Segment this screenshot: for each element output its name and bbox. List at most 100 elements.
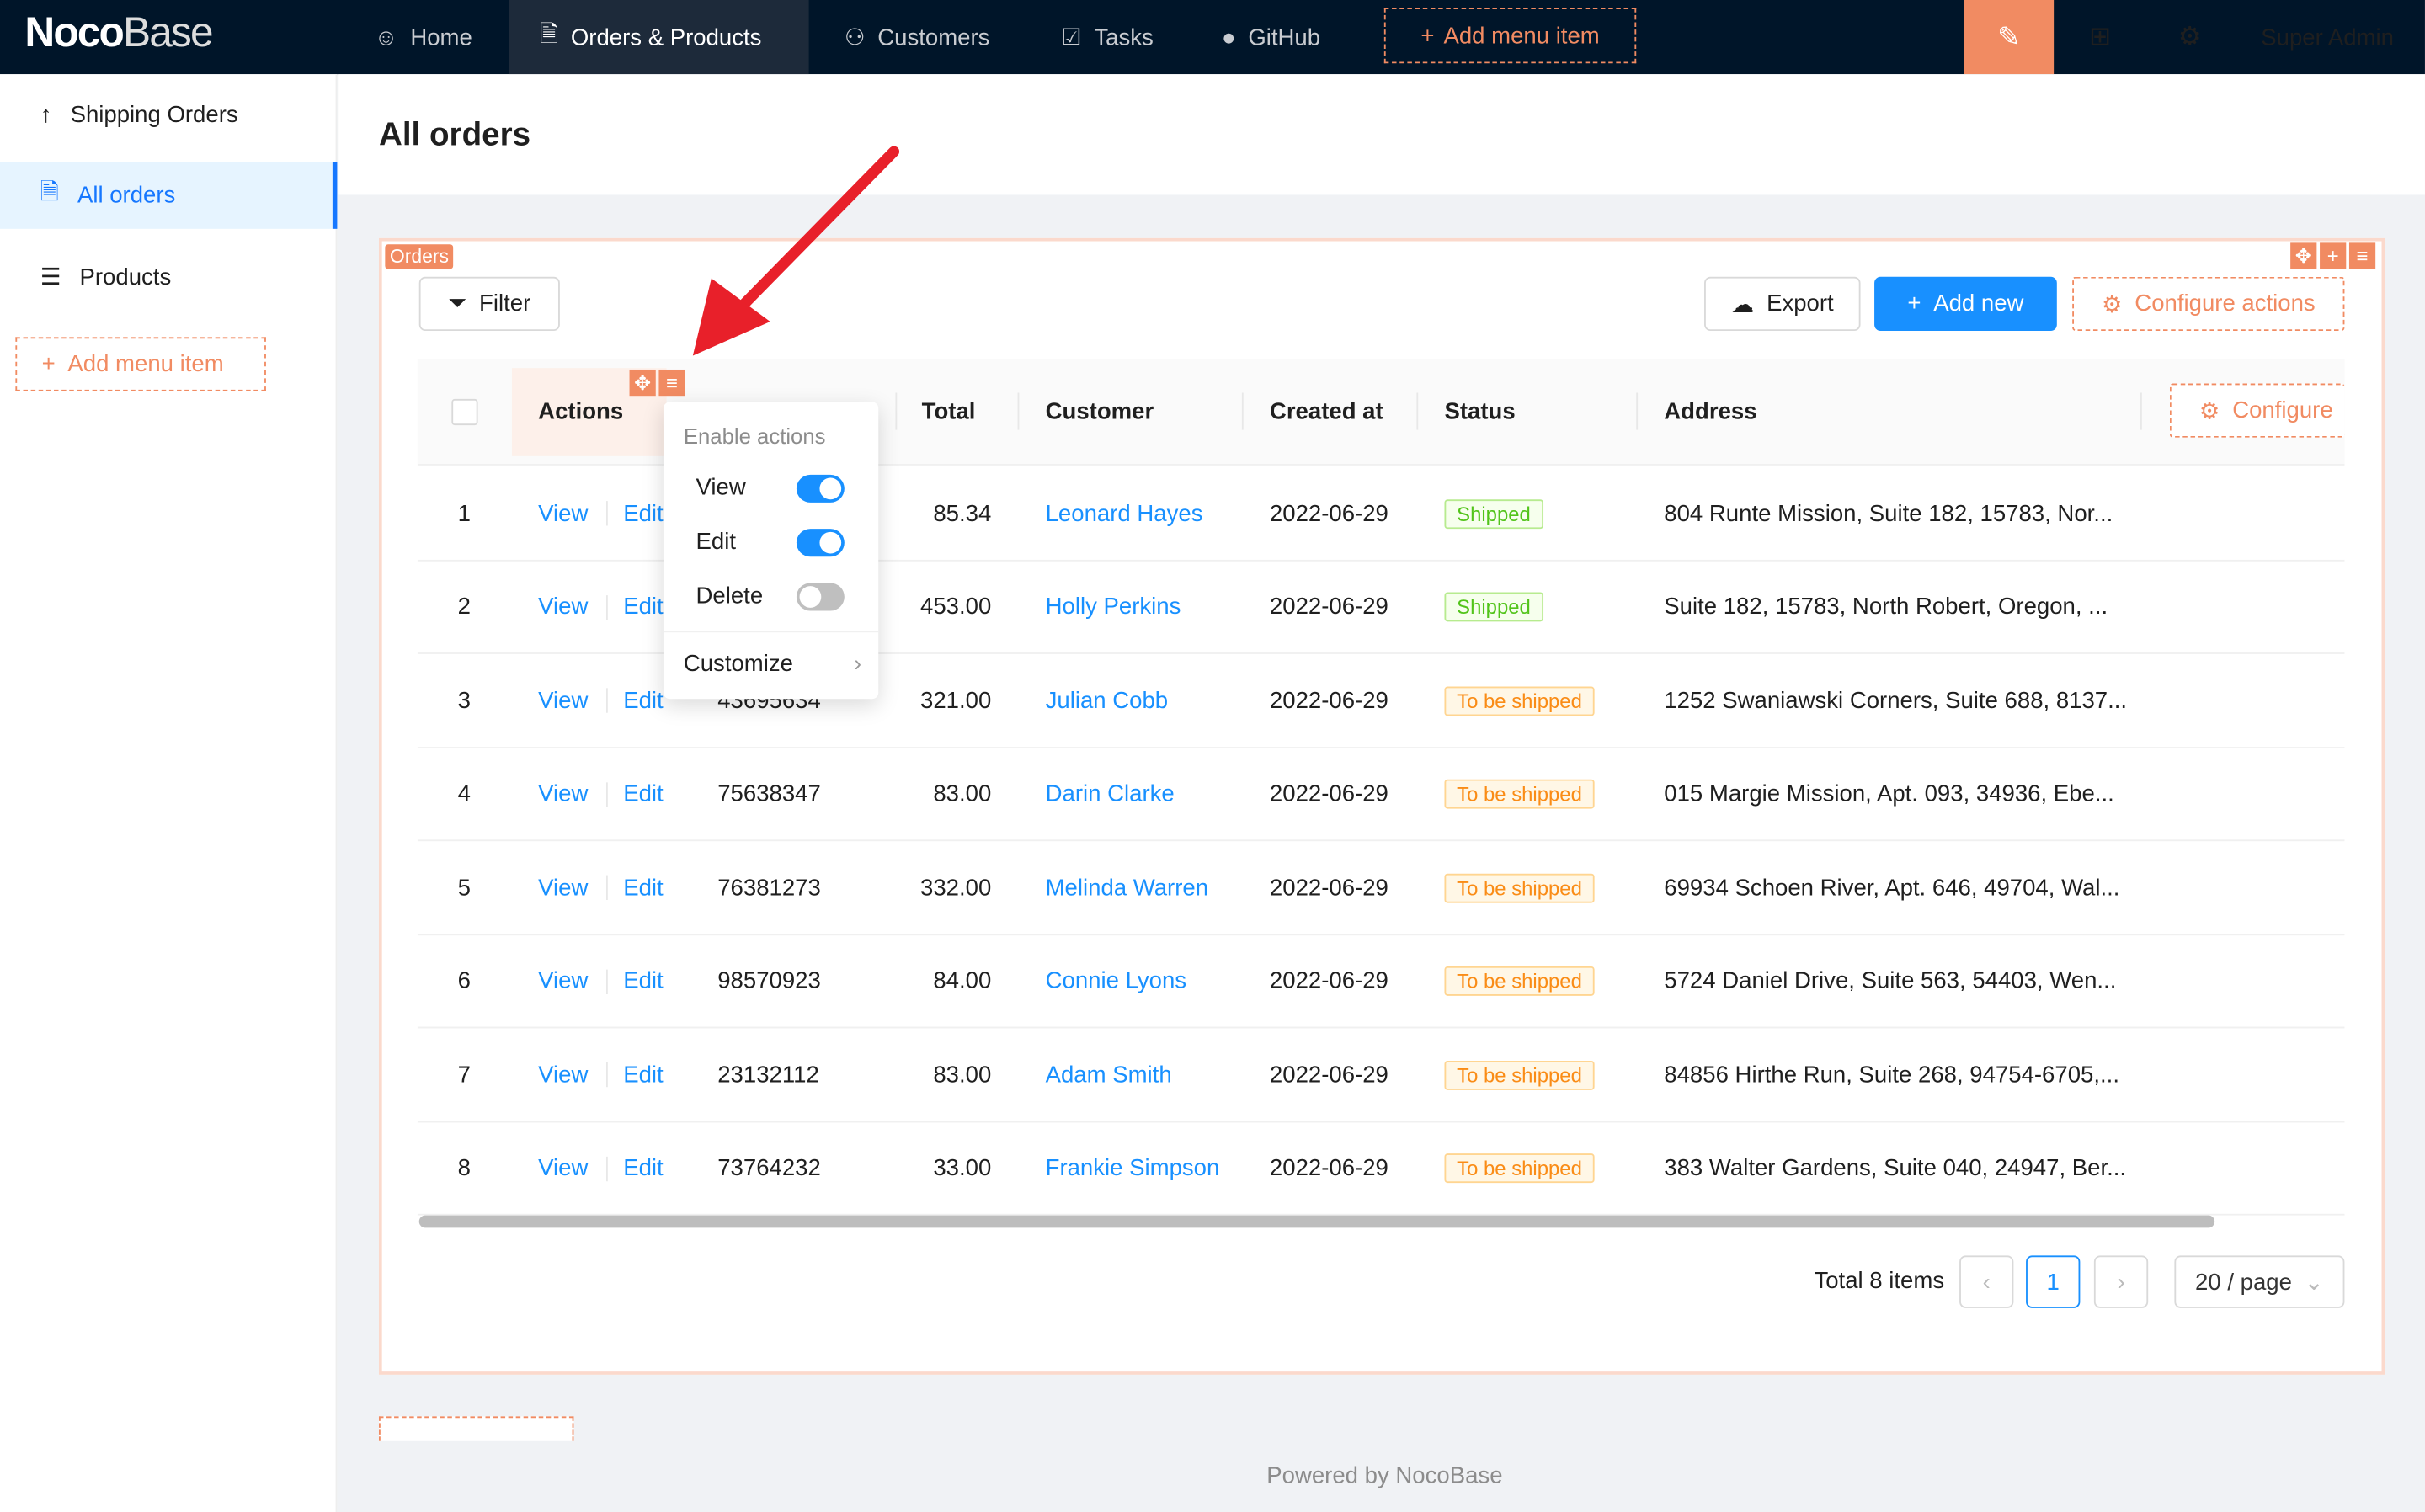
table-row[interactable]: 4 View Edit 75638347 83.00 Darin Clarke … — [417, 748, 2345, 842]
menu-icon[interactable]: ≡ — [2348, 242, 2376, 269]
column-header-status[interactable]: Status — [1444, 359, 1515, 466]
edit-link[interactable]: Edit — [623, 654, 663, 747]
horizontal-scrollbar[interactable] — [418, 1215, 2215, 1228]
edit-link[interactable]: Edit — [623, 1028, 663, 1121]
page-header — [338, 74, 2425, 195]
order-total: 83.00 — [933, 780, 992, 807]
view-link[interactable]: View — [538, 467, 588, 560]
view-link[interactable]: View — [538, 654, 588, 747]
nav-tasks[interactable]: ☑ Tasks — [1030, 0, 1184, 74]
github-icon: ● — [1221, 24, 1236, 51]
pagination-next[interactable]: › — [2093, 1255, 2149, 1308]
button-label: Filter — [479, 290, 531, 317]
plus-icon[interactable]: + — [2320, 242, 2347, 269]
ui-editor-toggle[interactable]: ✎ — [1964, 0, 2055, 75]
configure-actions-button[interactable]: ⚙ Configure actions — [2072, 276, 2345, 332]
edit-link[interactable]: Edit — [623, 748, 663, 840]
customer-link[interactable]: Leonard Hayes — [1046, 467, 1203, 560]
chevron-right-icon: › — [854, 652, 862, 678]
customer-link[interactable]: Connie Lyons — [1046, 934, 1186, 1027]
edit-link[interactable]: Edit — [623, 934, 663, 1027]
sidebar-item-products[interactable]: ☰ Products — [0, 242, 337, 311]
edit-link[interactable]: Edit — [623, 467, 663, 560]
nav-customers[interactable]: ⚇ Customers — [813, 0, 1021, 74]
edit-link[interactable]: Edit — [623, 1122, 663, 1215]
view-link[interactable]: View — [538, 1122, 588, 1215]
edit-link[interactable]: Edit — [623, 841, 663, 934]
edit-link[interactable]: Edit — [623, 561, 663, 653]
plugin-manager-button[interactable]: ⊞ — [2070, 0, 2131, 74]
row-index: 8 — [457, 1155, 471, 1182]
action-divider — [605, 875, 608, 900]
export-button[interactable]: ☁ Export — [1704, 276, 1861, 332]
select-all-checkbox[interactable] — [451, 398, 478, 426]
page-size-select[interactable]: 20 / page ⌄ — [2174, 1255, 2345, 1308]
button-label: Export — [1767, 290, 1834, 317]
nav-github[interactable]: ● GitHub — [1191, 0, 1351, 74]
status-badge: Shipped — [1444, 592, 1543, 622]
plus-icon: + — [1907, 290, 1921, 317]
sidebar-item-shipping-orders[interactable]: ↑ Shipping Orders — [0, 81, 337, 149]
column-header-total[interactable]: Total — [922, 359, 976, 466]
list-icon: ☰ — [40, 264, 61, 291]
sidebar-add-menu-item[interactable]: + Add menu item — [15, 337, 266, 391]
customer-link[interactable]: Adam Smith — [1046, 1028, 1172, 1121]
column-header-customer[interactable]: Customer — [1046, 359, 1154, 466]
table-row[interactable]: 6 View Edit 98570923 84.00 Connie Lyons … — [417, 934, 2345, 1029]
sidebar-item-all-orders[interactable]: 🗎 All orders — [0, 162, 338, 229]
view-link[interactable]: View — [538, 934, 588, 1027]
pagination-total: Total 8 items — [1814, 1268, 1945, 1295]
drag-handle-icon[interactable]: ✥ — [2290, 242, 2317, 269]
toggle-label-edit: Edit — [696, 529, 737, 556]
customer-link[interactable]: Frankie Simpson — [1046, 1122, 1220, 1215]
page-title: All orders — [378, 117, 531, 153]
user-menu[interactable]: Super Admin — [2261, 0, 2394, 74]
settings-button[interactable]: ⚙ — [2159, 0, 2220, 74]
view-link[interactable]: View — [538, 748, 588, 840]
order-total: 332.00 — [920, 874, 992, 901]
customer-link[interactable]: Holly Perkins — [1046, 561, 1181, 653]
nav-label: Home — [410, 24, 472, 51]
drag-handle-icon[interactable]: ✥ — [629, 369, 656, 397]
brush-icon: ✎ — [1997, 20, 2021, 52]
nav-home[interactable]: ☺ Home — [344, 0, 504, 74]
column-header-address[interactable]: Address — [1664, 359, 1756, 466]
customize-menu-item[interactable]: Customize › — [664, 634, 878, 695]
address: 69934 Schoen River, Apt. 646, 49704, Wal… — [1664, 874, 2120, 901]
view-link[interactable]: View — [538, 1028, 588, 1121]
order-total: 85.34 — [933, 500, 992, 527]
column-header-created-at[interactable]: Created at — [1270, 359, 1383, 466]
view-link[interactable]: View — [538, 841, 588, 934]
table-row[interactable]: 5 View Edit 76381273 332.00 Melinda Warr… — [417, 841, 2345, 935]
customer-link[interactable]: Julian Cobb — [1046, 654, 1169, 747]
status-badge: To be shipped — [1444, 779, 1595, 809]
view-link[interactable]: View — [538, 561, 588, 653]
order-total: 321.00 — [920, 687, 992, 714]
file-check-icon: 🗎 — [40, 179, 59, 206]
column-header-actions[interactable]: Actions — [538, 359, 623, 466]
customer-link[interactable]: Darin Clarke — [1046, 748, 1175, 840]
toggle-edit-switch[interactable] — [796, 529, 845, 557]
table-row[interactable]: 8 View Edit 73764232 33.00 Frankie Simps… — [417, 1122, 2345, 1216]
status-badge: Shipped — [1444, 498, 1543, 529]
nocobase-logo[interactable]: NocoBase — [24, 9, 213, 57]
column-toolbar: ✥ ≡ — [629, 369, 685, 397]
row-index: 5 — [457, 874, 471, 901]
cloud-upload-icon: ☁ — [1730, 291, 1755, 318]
pagination-prev[interactable]: ‹ — [1959, 1255, 2014, 1308]
nav-orders-products[interactable]: 🗎 Orders & Products — [509, 0, 809, 75]
column-divider — [2140, 392, 2142, 430]
toggle-delete-switch[interactable] — [796, 583, 845, 611]
toggle-view-switch[interactable] — [796, 474, 845, 503]
configure-columns-button[interactable]: ⚙ Configure — [2169, 383, 2345, 438]
menu-icon[interactable]: ≡ — [658, 369, 685, 397]
checkbox-icon: ☑ — [1060, 24, 1082, 51]
dropdown-divider — [663, 631, 879, 633]
table-row[interactable]: 7 View Edit 23132112 83.00 Adam Smith 20… — [417, 1028, 2345, 1122]
add-menu-item-button[interactable]: + Add menu item — [1383, 8, 1637, 64]
pagination-page[interactable]: 1 — [2026, 1255, 2081, 1308]
add-block-button[interactable] — [378, 1416, 574, 1441]
customer-link[interactable]: Melinda Warren — [1046, 841, 1208, 934]
filter-button[interactable]: ⏷ Filter — [418, 276, 560, 332]
add-new-button[interactable]: + Add new — [1874, 276, 2057, 332]
